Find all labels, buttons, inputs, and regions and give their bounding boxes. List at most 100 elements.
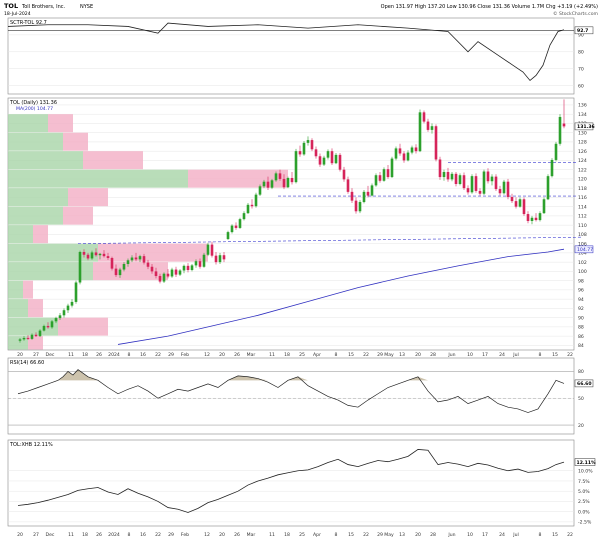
y-tick-label: 10.0% bbox=[578, 469, 593, 475]
date-tick-label: 10 bbox=[467, 352, 473, 358]
candle-up bbox=[550, 159, 554, 177]
date-tick-label: 8 bbox=[335, 352, 338, 358]
candle-up bbox=[62, 310, 66, 316]
volume-by-price-down bbox=[98, 243, 208, 262]
candle-up bbox=[306, 140, 310, 143]
date-tick-label: 22 bbox=[363, 352, 369, 358]
date-tick-label: 18 bbox=[82, 532, 88, 538]
candle-up bbox=[126, 260, 130, 264]
date-tick-label: 2024 bbox=[108, 352, 120, 358]
sctr-title: SCTR-TOL 92.7 bbox=[10, 20, 47, 26]
candle-up bbox=[254, 194, 258, 207]
candle-up bbox=[518, 199, 522, 207]
rsi-panel: 80 50 20 66.60 RSI(14) 66.60 bbox=[7, 357, 594, 435]
candle-down bbox=[150, 266, 154, 272]
candle-down bbox=[454, 173, 458, 185]
candle-up bbox=[490, 176, 494, 182]
candle-down bbox=[486, 171, 490, 182]
candle-up bbox=[390, 158, 394, 178]
volume-by-price-up bbox=[8, 225, 33, 244]
candle-up bbox=[470, 176, 474, 193]
candle-down bbox=[26, 337, 30, 339]
candle-up bbox=[374, 175, 378, 186]
candle-down bbox=[346, 179, 350, 192]
candle-down bbox=[562, 123, 566, 127]
candle-up bbox=[194, 261, 198, 266]
volume-by-price-up bbox=[8, 317, 58, 336]
volume-by-price-up bbox=[8, 280, 23, 299]
candle-down bbox=[338, 154, 342, 170]
date-tick-label: 22 bbox=[567, 532, 573, 538]
candle-down bbox=[210, 244, 214, 256]
date-tick-label: 10 bbox=[467, 532, 473, 538]
candle-up bbox=[170, 269, 174, 277]
date-tick-label: 22 bbox=[155, 352, 161, 358]
date-tick-label: 29 bbox=[168, 532, 174, 538]
candle-down bbox=[114, 268, 118, 276]
candle-down bbox=[106, 256, 110, 258]
date-tick-label: 29 bbox=[168, 352, 174, 358]
candle-up bbox=[246, 204, 250, 214]
candle-down bbox=[234, 225, 238, 228]
date-tick-label: Apr bbox=[313, 532, 321, 538]
y-tick-label: 116 bbox=[578, 195, 587, 201]
candle-down bbox=[142, 256, 146, 263]
candle-up bbox=[122, 263, 126, 270]
candle-down bbox=[290, 177, 294, 183]
y-tick-label: 126 bbox=[578, 149, 587, 155]
candle-up bbox=[458, 175, 462, 185]
date-tick-label: 28 bbox=[430, 352, 436, 358]
candle-up bbox=[18, 339, 22, 341]
candle-down bbox=[422, 112, 426, 122]
date-tick-label: 12 bbox=[204, 532, 210, 538]
stock-chart: TOL Toll Brothers, Inc. NYSE 18-Jul-2024… bbox=[4, 2, 599, 538]
date-tick-label: 15 bbox=[348, 532, 354, 538]
date-tick-label: 20 bbox=[415, 352, 421, 358]
candle-up bbox=[358, 202, 362, 212]
y-tick-label: -2.5% bbox=[578, 520, 592, 526]
date-tick-label: Jul bbox=[512, 352, 519, 358]
candle-up bbox=[118, 269, 122, 276]
candle-down bbox=[526, 214, 530, 221]
date-tick-label: 16 bbox=[140, 352, 146, 358]
ma-label: MA(200) 104.77 bbox=[16, 106, 53, 112]
volume-by-price-up bbox=[8, 299, 28, 318]
candle-down bbox=[266, 181, 270, 188]
candle-up bbox=[42, 325, 46, 331]
candle-up bbox=[418, 112, 422, 152]
volume-by-price-down bbox=[28, 336, 43, 350]
date-tick-label: 20 bbox=[17, 532, 23, 538]
candle-down bbox=[434, 126, 438, 160]
date-tick-label: Mar bbox=[247, 352, 256, 358]
candle-down bbox=[510, 196, 514, 202]
ratio-title: TOL:XHB 12.11% bbox=[9, 442, 53, 448]
date-tick-label: 2024 bbox=[108, 532, 120, 538]
y-tick-label: 20 bbox=[578, 423, 584, 429]
y-tick-label: 136 bbox=[578, 103, 587, 109]
candle-down bbox=[82, 251, 86, 255]
date-tick-label: 28 bbox=[430, 532, 436, 538]
date-tick-label: Jun bbox=[447, 352, 455, 358]
candle-down bbox=[146, 262, 150, 267]
candle-down bbox=[310, 140, 314, 150]
date-tick-label: 18 bbox=[284, 532, 290, 538]
volume-by-price-up bbox=[8, 151, 83, 170]
date-tick-label: 24 bbox=[499, 532, 505, 538]
candle-up bbox=[270, 180, 274, 188]
candle-up bbox=[502, 181, 506, 194]
volume-by-price-down bbox=[83, 151, 143, 170]
candle-down bbox=[174, 269, 178, 275]
candle-down bbox=[366, 191, 370, 196]
date-tick-label: 8 bbox=[335, 532, 338, 538]
candle-up bbox=[530, 217, 534, 221]
date-tick-label: May bbox=[384, 532, 394, 538]
date-tick-label: 25 bbox=[299, 532, 305, 538]
candle-up bbox=[38, 330, 42, 337]
volume-by-price-down bbox=[58, 317, 108, 336]
candle-up bbox=[238, 219, 242, 228]
date-tick-label: 20 bbox=[17, 352, 23, 358]
y-tick-label: 70 bbox=[578, 66, 584, 72]
candle-up bbox=[22, 337, 26, 340]
volume-by-price-up bbox=[8, 114, 48, 133]
date-tick-label: 17 bbox=[482, 352, 488, 358]
